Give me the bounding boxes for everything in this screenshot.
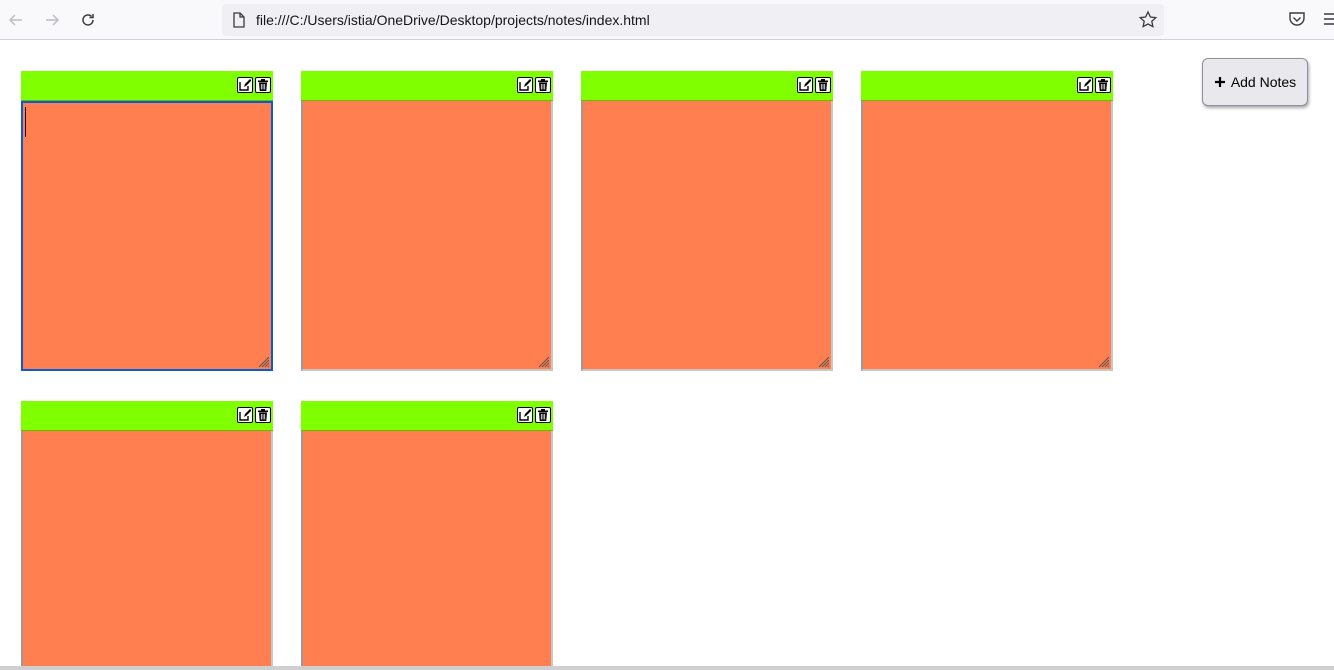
delete-button[interactable] [815, 77, 831, 93]
horizontal-scrollbar[interactable] [0, 666, 1334, 670]
note-textarea[interactable] [301, 431, 553, 666]
delete-button[interactable] [1095, 77, 1111, 93]
note-tools [797, 77, 831, 93]
edit-button[interactable] [517, 77, 533, 93]
trash-icon [818, 79, 828, 91]
note-card [581, 71, 833, 371]
note-textarea[interactable] [861, 101, 1113, 371]
edit-button[interactable] [237, 77, 253, 93]
note-tools [237, 77, 271, 93]
note-card [861, 71, 1113, 371]
plus-icon [1214, 77, 1225, 87]
edit-icon [239, 409, 251, 421]
add-notes-label: Add Notes [1230, 74, 1297, 90]
trash-icon [538, 409, 548, 421]
note-textarea[interactable] [581, 101, 833, 371]
note-header [301, 401, 553, 431]
note-textarea[interactable] [21, 101, 273, 371]
page-content: Add Notes [0, 41, 1334, 666]
edit-icon [799, 79, 811, 91]
reload-button[interactable] [76, 8, 100, 32]
note-header [21, 71, 273, 101]
text-caret [25, 107, 26, 137]
edit-button[interactable] [797, 77, 813, 93]
edit-button[interactable] [517, 407, 533, 423]
trash-icon [258, 409, 268, 421]
browser-toolbar: file:///C:/Users/istia/OneDrive/Desktop/… [0, 0, 1334, 40]
url-bar[interactable]: file:///C:/Users/istia/OneDrive/Desktop/… [222, 4, 1164, 36]
url-text: file:///C:/Users/istia/OneDrive/Desktop/… [256, 12, 650, 28]
note-header [861, 71, 1113, 101]
note-card [301, 71, 553, 371]
edit-icon [519, 79, 531, 91]
menu-icon[interactable] [1324, 12, 1334, 26]
note-tools [237, 407, 271, 423]
note-header [21, 401, 273, 431]
arrow-left-icon [8, 14, 22, 26]
pocket-icon[interactable] [1288, 10, 1306, 28]
resize-grip-icon[interactable] [818, 356, 830, 368]
delete-button[interactable] [535, 77, 551, 93]
edit-button[interactable] [237, 407, 253, 423]
delete-button[interactable] [255, 407, 271, 423]
note-textarea[interactable] [301, 101, 553, 371]
note-header [581, 71, 833, 101]
edit-button[interactable] [1077, 77, 1093, 93]
note-card [301, 401, 553, 666]
page-icon [233, 12, 245, 28]
bookmark-star-icon[interactable] [1138, 10, 1158, 30]
back-button[interactable] [4, 8, 28, 32]
note-tools [517, 77, 551, 93]
delete-button[interactable] [535, 407, 551, 423]
note-header [301, 71, 553, 101]
edit-icon [519, 409, 531, 421]
trash-icon [258, 79, 268, 91]
delete-button[interactable] [255, 77, 271, 93]
note-card [21, 401, 273, 666]
reload-icon [82, 14, 94, 26]
note-card [21, 71, 273, 371]
note-textarea[interactable] [21, 431, 273, 666]
trash-icon [538, 79, 548, 91]
note-tools [517, 407, 551, 423]
edit-icon [1079, 79, 1091, 91]
forward-button[interactable] [40, 8, 64, 32]
edit-icon [239, 79, 251, 91]
resize-grip-icon[interactable] [258, 356, 270, 368]
resize-grip-icon[interactable] [538, 356, 550, 368]
add-notes-button[interactable]: Add Notes [1202, 58, 1308, 106]
resize-grip-icon[interactable] [1098, 356, 1110, 368]
trash-icon [1098, 79, 1108, 91]
arrow-right-icon [46, 14, 60, 26]
note-tools [1077, 77, 1111, 93]
